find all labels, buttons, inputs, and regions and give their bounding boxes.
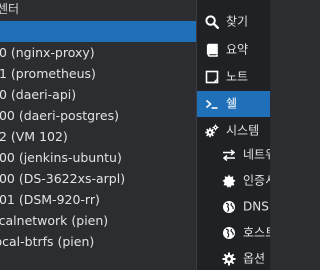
gear-icon [222,252,236,266]
tree-node-jenkins-ubuntu[interactable]: 300 (jenkins-ubuntu) [0,147,196,168]
note-icon [205,70,219,84]
sidebar-item-label: 요약 [226,42,249,57]
sidebar-item-shell[interactable]: 쉘 [197,91,270,117]
sidebar-item-network[interactable]: 네트워 [197,142,270,168]
tree-node-daeri-postgres[interactable]: 200 (daeri-postgres) [0,105,196,126]
sidebar-item-certificates[interactable]: 인증서 [197,168,270,194]
tree-node-local-btrfs[interactable]: local-btrfs (pien) [0,231,196,252]
sidebar-item-label: DNS [243,199,269,214]
sidebar-item-label: 시스템 [226,123,260,138]
tree-node-label: 50 (daeri-api) [0,87,77,102]
certificate-icon [222,174,236,188]
globe-icon [222,226,236,240]
tree-node-vm-102[interactable]: 02 (VM 102) [0,126,196,147]
sidebar-item-hosts[interactable]: 호스트 [197,220,270,246]
resource-tree: 센터 n 00 (nginx-proxy) 01 (prometheus) 50… [0,0,196,270]
tree-node-nginx-proxy[interactable]: 00 (nginx-proxy) [0,42,196,63]
network-arrows-icon [222,148,236,162]
tree-header-label: 센터 [0,2,20,16]
tree-node-ds-3622xs-arpl[interactable]: 500 (DS-3622xs-arpl) [0,168,196,189]
globe-icon [222,200,236,214]
sidebar-item-label: 옵션 [243,251,266,266]
tree-node-prometheus[interactable]: 01 (prometheus) [0,63,196,84]
sidebar-item-search[interactable]: 찾기 [197,9,270,35]
node-config-sidebar: 찾기 요약 노트 쉘 시스템 네트 인증 DNS 호스 옵션 [197,0,270,270]
tree-node-dsm-920-rr[interactable]: 501 (DSM-920-rr) [0,189,196,210]
sidebar-item-label: 노트 [226,69,249,84]
tree-node-label: local-btrfs (pien) [0,234,95,249]
sidebar-item-summary[interactable]: 요약 [197,37,270,63]
sidebar-item-label: 찾기 [226,14,249,29]
tree-node-selected[interactable]: n [0,21,196,42]
sidebar-item-label: 쉘 [226,96,238,111]
sidebar-item-label: 네트워 [243,147,270,162]
tree-node-localnetwork[interactable]: ocalnetwork (pien) [0,210,196,231]
tree-node-label: ocalnetwork (pien) [0,213,109,228]
gears-icon [205,124,219,138]
tree-node-daeri-api[interactable]: 50 (daeri-api) [0,84,196,105]
sidebar-item-options[interactable]: 옵션 [197,246,270,270]
sidebar-item-system[interactable]: 시스템 [197,118,270,144]
tree-node-label: 02 (VM 102) [0,129,68,144]
terminal-icon [205,97,219,111]
tree-header: 센터 [0,0,196,21]
search-icon [205,15,219,29]
sidebar-item-label: 인증서 [243,173,270,188]
tree-node-label: 300 (jenkins-ubuntu) [0,150,122,165]
tree-node-label: 500 (DS-3622xs-arpl) [0,171,126,186]
sidebar-item-notes[interactable]: 노트 [197,64,270,90]
tree-node-label: 200 (daeri-postgres) [0,108,119,123]
proxmox-shell-view: 센터 n 00 (nginx-proxy) 01 (prometheus) 50… [0,0,270,270]
tree-node-label: 01 (prometheus) [0,66,96,81]
tree-node-label: 501 (DSM-920-rr) [0,192,100,207]
book-icon [205,43,219,57]
tree-node-label: 00 (nginx-proxy) [0,45,95,60]
sidebar-item-dns[interactable]: DNS [197,194,270,220]
sidebar-item-label: 호스트 [243,225,270,240]
